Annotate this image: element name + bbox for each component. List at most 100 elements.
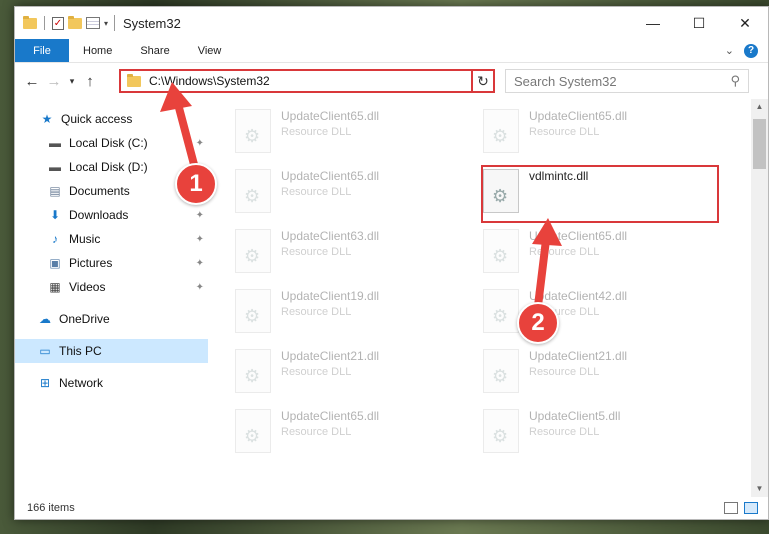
downloads-icon: ⬇: [49, 208, 61, 222]
pictures-icon: ▣: [49, 256, 61, 270]
tab-share[interactable]: Share: [126, 39, 183, 62]
step-badge-1: 1: [175, 163, 217, 205]
pin-icon: ✦: [195, 137, 204, 149]
scroll-up-icon[interactable]: ▲: [751, 99, 768, 115]
file-item[interactable]: UpdateClient19.dll Resource DLL: [235, 285, 465, 341]
maximize-button[interactable]: ☐: [676, 7, 722, 39]
tab-file[interactable]: File: [15, 39, 69, 62]
dll-file-icon: [483, 409, 519, 453]
sidebar-item-onedrive[interactable]: ☁ OneDrive: [15, 307, 208, 331]
sidebar-item-label: Network: [59, 376, 104, 390]
sidebar-item-local-disk-c[interactable]: ▬ Local Disk (C:) ✦: [15, 131, 208, 155]
file-name: UpdateClient65.dll: [529, 229, 628, 243]
folder-icon: [127, 73, 141, 87]
scroll-down-icon[interactable]: ▼: [751, 481, 768, 497]
minimize-button[interactable]: —: [630, 7, 676, 39]
sidebar-item-label: Documents: [69, 184, 130, 198]
sidebar-item-label: Downloads: [69, 208, 129, 222]
file-item[interactable]: UpdateClient21.dll Resource DLL: [235, 345, 465, 401]
file-item[interactable]: UpdateClient65.dll Resource DLL: [235, 405, 465, 461]
sidebar-item-label: Videos: [69, 280, 106, 294]
pin-icon: ✦: [195, 281, 204, 293]
toolbar-separator: [44, 16, 45, 30]
tab-home[interactable]: Home: [69, 39, 126, 62]
forward-button[interactable]: →: [43, 73, 65, 90]
file-item[interactable]: UpdateClient65.dll Resource DLL: [235, 105, 465, 161]
sidebar-item-quick-access[interactable]: ★ Quick access: [15, 107, 208, 131]
back-button[interactable]: ←: [21, 73, 43, 90]
sidebar-item-downloads[interactable]: ⬇ Downloads ✦: [15, 203, 208, 227]
music-icon: ♪: [52, 232, 58, 246]
file-type: Resource DLL: [529, 366, 600, 378]
recent-locations-button[interactable]: ▾: [65, 76, 79, 87]
dll-file-icon: [483, 289, 519, 333]
explorer-window: ✓ ▾ System32 — ☐ ✕ File Home Share View …: [14, 6, 769, 520]
documents-icon: ▤: [49, 184, 61, 198]
quick-access-toolbar: ✓ ▾: [23, 15, 108, 30]
drive-icon: ▬: [49, 136, 61, 150]
file-type: Resource DLL: [281, 186, 352, 198]
file-name: UpdateClient65.dll: [529, 109, 628, 123]
file-name: UpdateClient5.dll: [529, 409, 621, 423]
ribbon-right: ⌄ ?: [725, 39, 768, 62]
tiles-view-icon[interactable]: [744, 502, 758, 514]
address-path[interactable]: C:\Windows\System32: [149, 74, 473, 88]
scroll-thumb[interactable]: [753, 119, 766, 169]
file-name: UpdateClient63.dll: [281, 229, 380, 243]
sidebar-item-label: OneDrive: [59, 312, 110, 326]
dll-file-icon: [235, 409, 271, 453]
dll-file-icon: [483, 349, 519, 393]
pin-icon: ✦: [195, 209, 204, 221]
file-name: UpdateClient19.dll: [281, 289, 380, 303]
dll-file-icon: [483, 109, 519, 153]
navigation-pane: ★ Quick access ▬ Local Disk (C:) ✦ ▬ Loc…: [15, 107, 208, 497]
sidebar-item-music[interactable]: ♪ Music ✦: [15, 227, 208, 251]
file-name: UpdateClient65.dll: [281, 409, 380, 423]
expand-ribbon-icon[interactable]: ⌄: [725, 44, 734, 57]
file-item[interactable]: UpdateClient65.dll Resource DLL: [483, 105, 713, 161]
properties-icon[interactable]: [86, 17, 100, 29]
vertical-scrollbar[interactable]: ▲ ▼: [751, 99, 768, 497]
search-icon[interactable]: ⚲: [730, 73, 740, 89]
file-item[interactable]: UpdateClient5.dll Resource DLL: [483, 405, 713, 461]
file-item[interactable]: UpdateClient65.dll Resource DLL: [235, 165, 465, 221]
file-name: UpdateClient21.dll: [281, 349, 380, 363]
sidebar-item-videos[interactable]: ▦ Videos ✦: [15, 275, 208, 299]
refresh-button[interactable]: ↻: [471, 69, 495, 93]
title-bar: ✓ ▾ System32 — ☐ ✕: [15, 7, 768, 39]
properties-check-icon[interactable]: ✓: [52, 16, 64, 30]
help-icon[interactable]: ?: [744, 43, 758, 58]
search-input[interactable]: Search System32 ⚲: [505, 69, 749, 93]
videos-icon: ▦: [49, 280, 61, 294]
file-type: Resource DLL: [529, 126, 600, 138]
sidebar-item-this-pc[interactable]: ▭ This PC: [15, 339, 208, 363]
sidebar-item-pictures[interactable]: ▣ Pictures ✦: [15, 251, 208, 275]
search-placeholder: Search System32: [514, 73, 617, 89]
file-list: UpdateClient65.dll Resource DLL UpdateCl…: [221, 99, 745, 497]
file-type: Resource DLL: [281, 306, 352, 318]
drive-icon: ▬: [49, 160, 61, 174]
file-name: UpdateClient65.dll: [281, 109, 380, 123]
file-type: Resource DLL: [281, 246, 352, 258]
pin-icon: ✦: [195, 233, 204, 245]
customize-toolbar-icon[interactable]: ▾: [104, 19, 108, 28]
file-type: Resource DLL: [281, 426, 352, 438]
item-count: 166 items: [27, 502, 75, 514]
new-folder-icon[interactable]: [68, 15, 82, 29]
close-button[interactable]: ✕: [722, 7, 768, 39]
sidebar-item-network[interactable]: ⊞ Network: [15, 371, 208, 395]
file-item[interactable]: UpdateClient65.dll Resource DLL: [483, 225, 713, 281]
file-item[interactable]: UpdateClient63.dll Resource DLL: [235, 225, 465, 281]
details-view-icon[interactable]: [724, 502, 738, 514]
tab-view[interactable]: View: [184, 39, 236, 62]
file-type: Resource DLL: [529, 246, 600, 258]
star-icon: ★: [41, 112, 53, 126]
up-button[interactable]: ↑: [79, 73, 101, 90]
folder-icon: [23, 15, 37, 29]
file-item[interactable]: UpdateClient21.dll Resource DLL: [483, 345, 713, 401]
file-item[interactable]: UpdateClient42.dll Resource DLL: [483, 285, 713, 341]
step-badge-2: 2: [517, 302, 559, 344]
address-bar[interactable]: C:\Windows\System32 ⌄: [119, 69, 493, 93]
file-name: UpdateClient42.dll: [529, 289, 628, 303]
